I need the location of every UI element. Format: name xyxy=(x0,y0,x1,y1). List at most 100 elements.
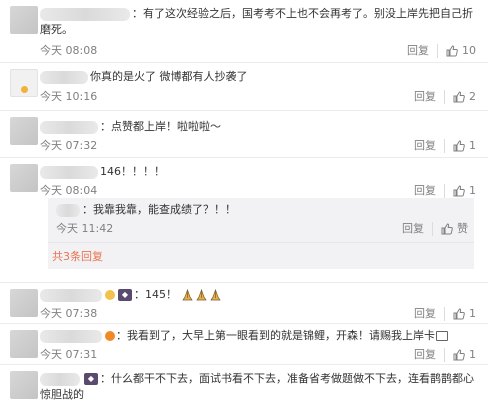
sub-reply-actions: 回复 赞 xyxy=(394,222,472,236)
pray-emoji-icon xyxy=(195,288,208,301)
member-badge-icon: ◆ xyxy=(84,373,98,385)
thumbs-up-icon xyxy=(441,223,453,235)
username-blurred[interactable] xyxy=(40,7,130,21)
comment-text: ：145！ xyxy=(134,288,177,301)
comment-time: 今天 07:38 xyxy=(40,307,98,320)
comment-text: ：我看到了，大早上第一眼看到的就是锦鲤，开森！请赐我上岸卡 xyxy=(116,329,435,342)
like-count: 1 xyxy=(469,184,476,197)
comment-item: ：有了这次经验之后，国考考不上也不会再考了。别没上岸先把自己折磨死。 今天 08… xyxy=(0,0,488,63)
comment-actions: 回复 1 xyxy=(406,184,480,198)
thumbs-up-icon xyxy=(453,140,465,152)
sub-reply-time: 今天 11:42 xyxy=(56,222,114,235)
reply-label: 回复 xyxy=(414,139,436,152)
comment-actions: 回复 1 xyxy=(406,348,480,362)
more-replies-link[interactable]: 共3条回复 xyxy=(52,248,103,264)
comment-time: 今天 07:32 xyxy=(40,139,98,152)
avatar-scribble: ​ xyxy=(14,76,36,82)
sub-reply-text-row: ：我靠我靠，能查成绩了？！！ xyxy=(56,202,474,218)
avatar[interactable] xyxy=(10,6,38,34)
like-button[interactable]: 1 xyxy=(444,184,480,198)
comment-actions: 回复 1 xyxy=(406,139,480,153)
reply-label: 回复 xyxy=(414,307,436,320)
thumbs-up-icon xyxy=(446,45,458,57)
comment-text-row: 146！！！！ xyxy=(40,164,480,180)
comment-text: 你真的是火了 微博都有人抄袭了 xyxy=(90,70,248,83)
comment-text: 146！！！！ xyxy=(100,165,165,178)
username-blurred[interactable] xyxy=(40,70,88,84)
comment-text-row: ：点赞都上岸！啦啦啦～ xyxy=(40,119,480,135)
comment-text: ：什么都干不下去，面试书看不下去，准备省考做题做不下去，连看鹊鹊都心惊胆战的 xyxy=(40,372,474,401)
reply-button[interactable]: 回复 xyxy=(406,90,444,104)
reply-label: 回复 xyxy=(402,222,424,235)
like-count: 1 xyxy=(469,348,476,361)
comment-list: ：有了这次经验之后，国考考不上也不会再考了。别没上岸先把自己折磨死。 今天 08… xyxy=(0,0,488,404)
more-replies-bar: 共3条回复 xyxy=(48,242,474,269)
verified-badge-icon xyxy=(105,331,115,341)
comment-actions: 回复 2 xyxy=(406,90,480,104)
card-icon xyxy=(436,331,448,341)
thumbs-up-icon xyxy=(453,349,465,361)
comment-text-row: ：有了这次经验之后，国考考不上也不会再考了。别没上岸先把自己折磨死。 xyxy=(40,6,480,38)
reply-button[interactable]: 回复 xyxy=(406,139,444,153)
avatar[interactable]: ​ xyxy=(10,69,38,97)
like-count: 10 xyxy=(462,44,476,57)
username-blurred[interactable] xyxy=(56,203,80,217)
like-button[interactable]: 10 xyxy=(437,44,480,58)
fan-badge-icon xyxy=(105,290,115,300)
reply-button[interactable]: 回复 xyxy=(406,184,444,198)
username-blurred[interactable] xyxy=(40,372,80,386)
avatar[interactable] xyxy=(10,164,38,192)
comment-text: ：点赞都上岸！啦啦啦～ xyxy=(100,120,221,133)
pray-emoji-icon xyxy=(181,288,194,301)
like-button[interactable]: 2 xyxy=(444,90,480,104)
sub-like-button[interactable]: 赞 xyxy=(432,222,472,236)
username-blurred[interactable] xyxy=(40,120,98,134)
comment-text-row: ：我看到了，大早上第一眼看到的就是锦鲤，开森！请赐我上岸卡 xyxy=(40,328,480,344)
like-count: 2 xyxy=(469,90,476,103)
reply-label: 回复 xyxy=(407,44,429,57)
avatar-emoji-icon xyxy=(21,86,28,93)
comment-time: 今天 08:04 xyxy=(40,184,98,197)
reply-label: 回复 xyxy=(414,90,436,103)
comment-item: ◆ ：什么都干不下去，面试书看不下去，准备省考做题做不下去，连看鹊鹊都心惊胆战的 xyxy=(0,365,488,410)
comment-item: ：点赞都上岸！啦啦啦～ 今天 07:32 回复 1 xyxy=(0,111,488,158)
avatar[interactable] xyxy=(10,117,38,145)
comment-time: 今天 07:31 xyxy=(40,348,98,361)
reply-button[interactable]: 回复 xyxy=(399,44,437,58)
like-count: 1 xyxy=(469,139,476,152)
like-count: 1 xyxy=(469,307,476,320)
comment-time: 今天 10:16 xyxy=(40,90,98,103)
sub-reply: ：我靠我靠，能查成绩了？！！ 今天 11:42 回复 赞 xyxy=(48,198,474,242)
comment-actions: 回复 1 xyxy=(406,307,480,321)
like-label: 赞 xyxy=(457,222,468,235)
username-blurred[interactable] xyxy=(40,329,102,343)
comment-item: 146！！！！ 今天 08:04 回复 1 ：我靠我靠，能查成绩了？！！ 今天 … xyxy=(0,158,488,283)
comment-time: 今天 08:08 xyxy=(40,44,98,57)
comment-item: ：我看到了，大早上第一眼看到的就是锦鲤，开森！请赐我上岸卡 今天 07:31 回… xyxy=(0,324,488,365)
comment-text-row: ◆ ：145！ xyxy=(40,287,480,303)
thumbs-up-icon xyxy=(453,308,465,320)
sub-reply-button[interactable]: 回复 xyxy=(394,222,432,236)
reply-label: 回复 xyxy=(414,348,436,361)
reply-button[interactable]: 回复 xyxy=(406,307,444,321)
comment-item: ​ 你真的是火了 微博都有人抄袭了 今天 10:16 回复 2 xyxy=(0,63,488,111)
thumbs-up-icon xyxy=(453,91,465,103)
avatar[interactable] xyxy=(10,371,38,399)
avatar[interactable] xyxy=(10,289,38,317)
member-badge-icon: ◆ xyxy=(118,289,132,301)
comment-text-row: 你真的是火了 微博都有人抄袭了 xyxy=(40,69,480,85)
comment-actions: 回复 10 xyxy=(399,44,480,58)
comment-item: ◆ ：145！ 今天 07:38 回复 1 xyxy=(0,283,488,324)
thumbs-up-icon xyxy=(453,185,465,197)
like-button[interactable]: 1 xyxy=(444,139,480,153)
comment-text-row: ◆ ：什么都干不下去，面试书看不下去，准备省考做题做不下去，连看鹊鹊都心惊胆战的 xyxy=(40,371,480,403)
username-blurred[interactable] xyxy=(40,165,98,179)
reply-button[interactable]: 回复 xyxy=(406,348,444,362)
reply-label: 回复 xyxy=(414,184,436,197)
sub-reply-text: ：我靠我靠，能查成绩了？！！ xyxy=(82,203,236,216)
like-button[interactable]: 1 xyxy=(444,348,480,362)
username-blurred[interactable] xyxy=(40,288,102,302)
pray-emoji-icon xyxy=(209,288,222,301)
like-button[interactable]: 1 xyxy=(444,307,480,321)
avatar[interactable] xyxy=(10,330,38,358)
